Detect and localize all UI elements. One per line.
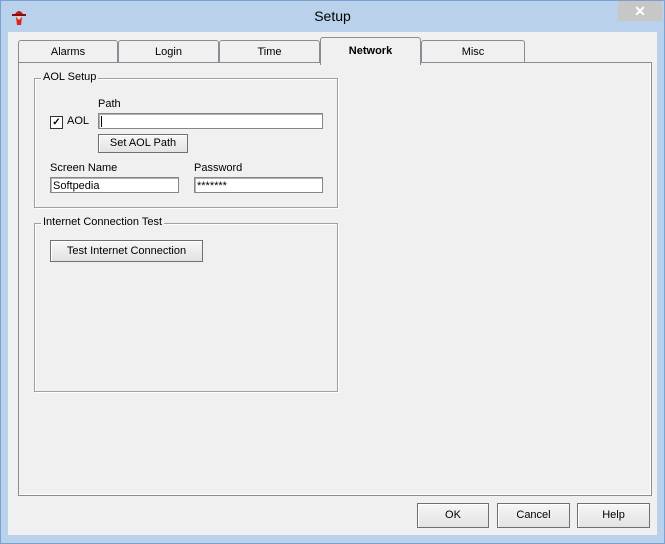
aol-checkbox-label[interactable]: AOL: [67, 115, 89, 127]
password-input[interactable]: *******: [194, 177, 323, 193]
tab-time[interactable]: Time: [219, 40, 320, 63]
ok-button[interactable]: OK: [417, 503, 489, 528]
aol-checkbox[interactable]: ✓: [50, 116, 63, 129]
setup-window: Setup ✕ Alarms Login Time Network Misc A…: [0, 0, 665, 544]
check-icon: ✓: [52, 117, 61, 128]
close-button[interactable]: ✕: [618, 1, 662, 21]
test-internet-connection-button[interactable]: Test Internet Connection: [50, 240, 203, 262]
path-input[interactable]: [98, 113, 323, 129]
tab-alarms[interactable]: Alarms: [18, 40, 118, 63]
tab-network[interactable]: Network: [320, 37, 421, 65]
screen-name-label: Screen Name: [50, 162, 118, 174]
dialog-client: Alarms Login Time Network Misc AOL Setup…: [8, 32, 657, 535]
tab-login[interactable]: Login: [118, 40, 219, 63]
internet-connection-test-group: Internet Connection Test Test Internet C…: [34, 216, 338, 392]
help-button[interactable]: Help: [577, 503, 650, 528]
text-caret: [101, 116, 102, 127]
window-title: Setup: [314, 8, 351, 24]
internet-test-title: Internet Connection Test: [41, 216, 165, 228]
screen-name-input[interactable]: Softpedia: [50, 177, 179, 193]
cancel-button[interactable]: Cancel: [497, 503, 570, 528]
aol-setup-title: AOL Setup: [41, 71, 99, 83]
aol-setup-group: AOL Setup Path ✓ AOL Set AOL Path Screen…: [34, 71, 338, 208]
password-label: Password: [194, 162, 243, 174]
set-aol-path-button[interactable]: Set AOL Path: [98, 134, 188, 153]
close-icon: ✕: [634, 3, 646, 19]
network-tab-panel: AOL Setup Path ✓ AOL Set AOL Path Screen…: [18, 62, 652, 496]
tab-misc[interactable]: Misc: [421, 40, 525, 63]
path-label: Path: [98, 98, 121, 110]
title-bar[interactable]: Setup ✕: [1, 1, 664, 32]
